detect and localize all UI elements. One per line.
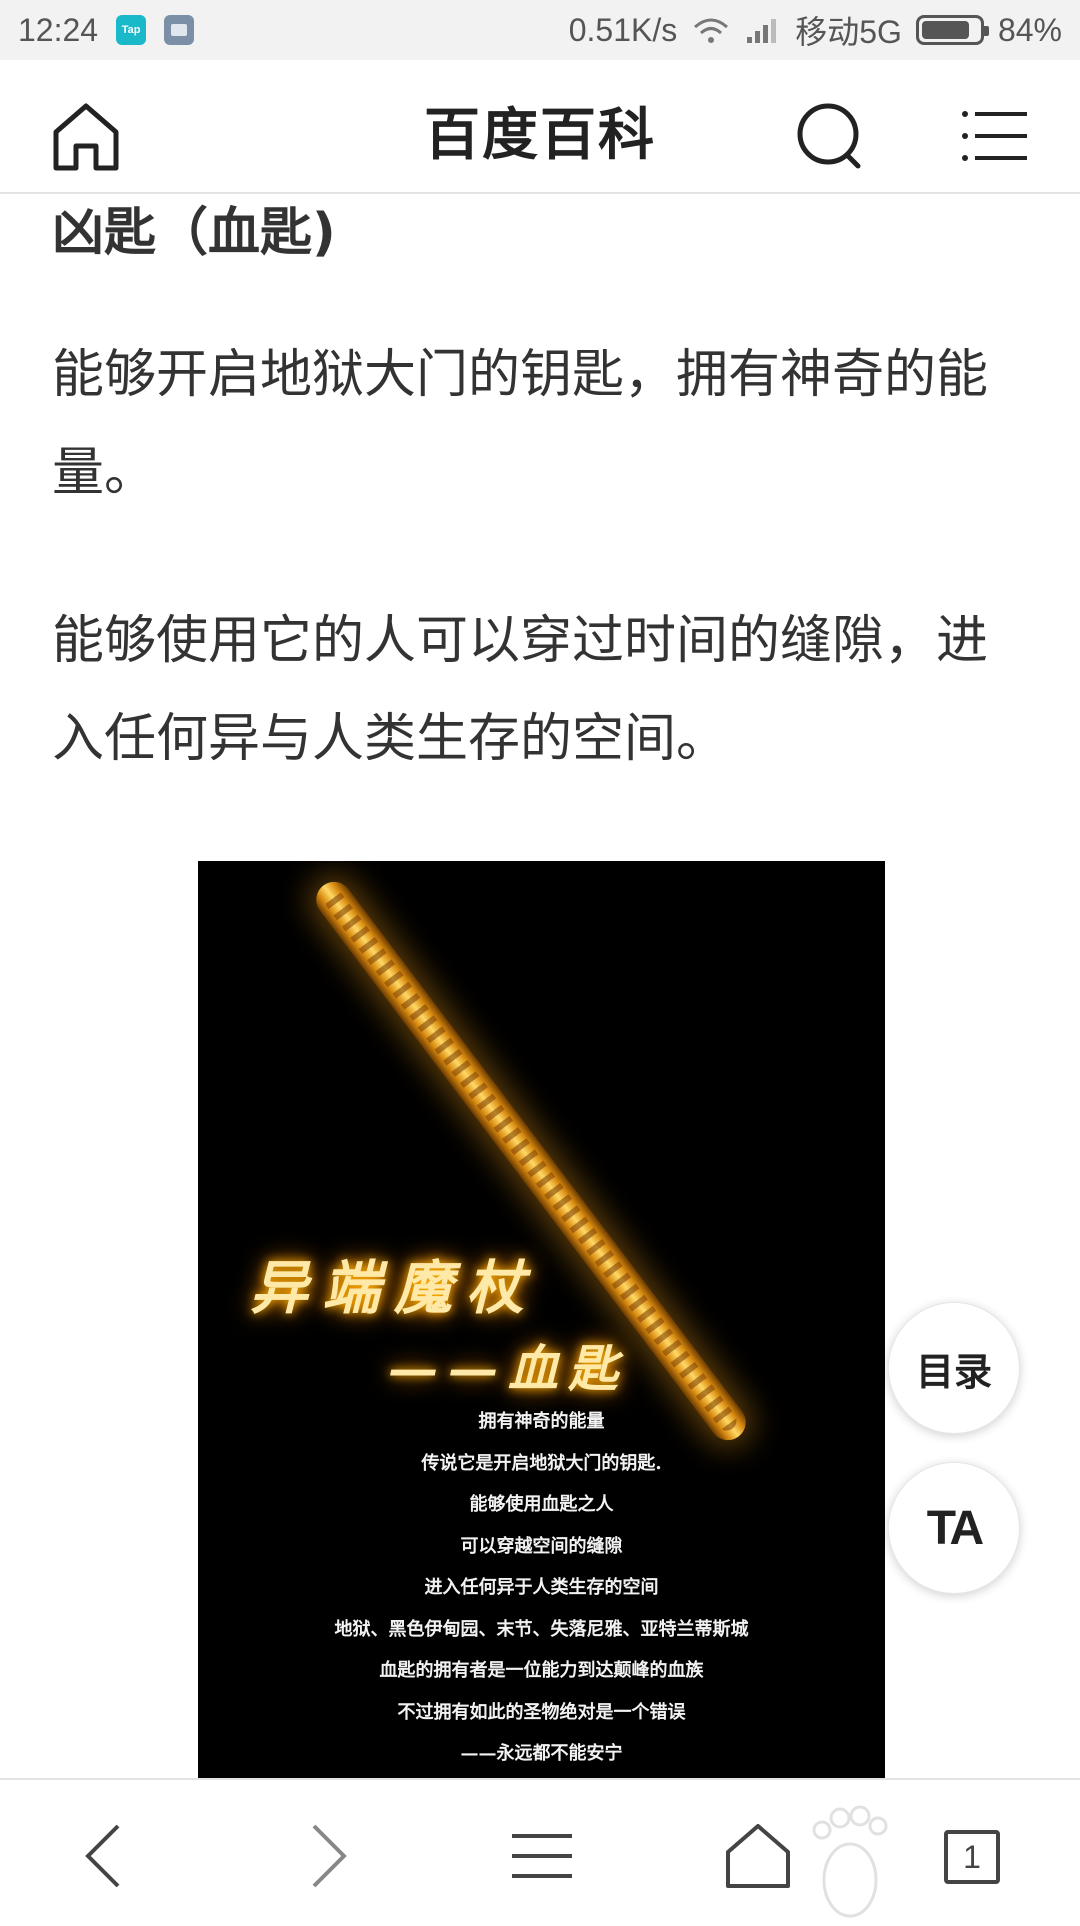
poster-text: 拥有神奇的能量 传说它是开启地狱大门的钥匙. 能够使用血匙之人 可以穿越空间的缝…	[198, 1401, 885, 1775]
paragraph: 能够使用它的人可以穿过时间的缝隙，进入任何异与人类生存的空间。	[52, 611, 989, 769]
tap-app-icon: Tap	[116, 15, 147, 45]
menu-button[interactable]	[955, 96, 1035, 176]
paragraph: 能够开启地狱大门的钥匙，拥有神奇的能量。	[52, 345, 989, 503]
tabs-button[interactable]: 1	[934, 1816, 1014, 1896]
poster-line: 地狱、黑色伊甸园、末节、失落尼雅、亚特兰蒂斯城	[334, 1618, 749, 1640]
poster-line: 拥有神奇的能量	[478, 1411, 605, 1432]
page-title: 百度百科	[424, 103, 656, 168]
poster-line: ——永远都不能安宁	[460, 1743, 623, 1764]
header-bar: 百度百科	[0, 60, 1080, 194]
menu-icon	[512, 1834, 572, 1878]
status-time: 12:24	[18, 11, 99, 48]
battery-fill	[921, 21, 969, 39]
menu-icon	[962, 111, 1027, 161]
tabs-icon: 1	[944, 1830, 1000, 1884]
poster-line: 能够使用血匙之人	[469, 1494, 614, 1515]
footprint-icon	[800, 1790, 900, 1922]
battery-percent: 84%	[997, 11, 1062, 48]
poster-line: 传说它是开启地狱大门的钥匙.	[421, 1452, 662, 1474]
poster-subtitle: ——血匙	[388, 1339, 628, 1398]
back-button[interactable]	[66, 1816, 146, 1896]
forward-icon	[312, 1824, 347, 1888]
carrier-label: 移动5G	[795, 14, 902, 50]
status-indicators: 0.51K/s 移动5G 84%	[569, 0, 1062, 60]
home-icon	[726, 1824, 790, 1888]
toc-button[interactable]: 目录	[888, 1302, 1020, 1434]
section-title: 凶匙（血匙)	[52, 203, 336, 263]
poster-title: 异端魔杖	[250, 1254, 539, 1322]
battery-icon	[915, 15, 989, 45]
ta-button[interactable]: TA	[888, 1462, 1020, 1594]
signal-icon	[745, 15, 781, 45]
poster-line: 可以穿越空间的缝隙	[460, 1535, 623, 1557]
bottom-home-button[interactable]	[718, 1816, 798, 1896]
message-icon	[164, 15, 195, 45]
poster-line: 血匙的拥有者是一位能力到达颠峰的血族	[379, 1660, 704, 1681]
wifi-icon	[691, 15, 731, 45]
search-button[interactable]	[790, 96, 870, 176]
bottom-nav-bar: 1	[0, 1778, 1080, 1920]
status-bar: 12:24 Tap 0.51K/s 移动5G 84%	[0, 0, 1080, 60]
poster-line: 进入任何异于人类生存的空间	[424, 1577, 659, 1598]
article-image[interactable]: 异端魔杖 ——血匙 拥有神奇的能量 传说它是开启地狱大门的钥匙. 能够使用血匙之…	[198, 861, 885, 1778]
back-icon	[85, 1824, 120, 1888]
tab-count: 1	[963, 1838, 981, 1875]
poster-line: 不过拥有如此的圣物绝对是一个错误	[397, 1701, 686, 1723]
bottom-menu-button[interactable]	[502, 1816, 582, 1896]
forward-button[interactable]	[286, 1816, 366, 1896]
network-speed: 0.51K/s	[568, 11, 678, 48]
search-icon	[797, 103, 861, 169]
